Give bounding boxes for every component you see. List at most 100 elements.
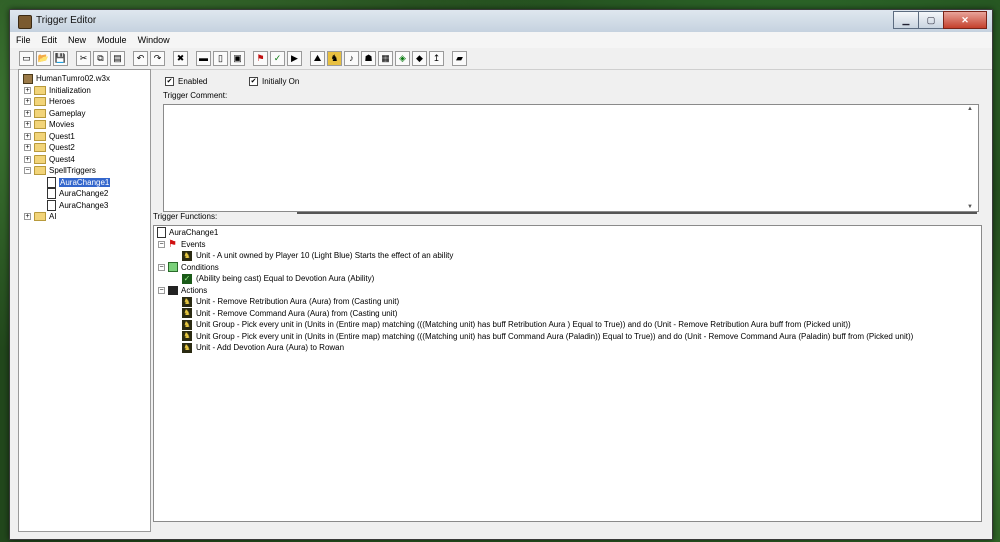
trigger-tree[interactable]: HumanTumro02.w3x + Initialization + Heroes + G… bbox=[18, 69, 151, 532]
condition-text: (Ability being cast) Equal to Devotion A… bbox=[196, 274, 375, 283]
tree-folder-quest2[interactable]: + Quest2 bbox=[24, 142, 75, 153]
expand-icon[interactable]: + bbox=[24, 144, 31, 151]
terrain-editor-icon: ⛰ bbox=[313, 53, 322, 63]
paste-button[interactable]: ▤ bbox=[110, 51, 125, 66]
tree-folder-initialization[interactable]: + Initialization bbox=[24, 85, 91, 96]
minimize-button[interactable]: ▁ bbox=[893, 11, 919, 29]
delete-icon: ✖ bbox=[176, 53, 185, 63]
tree-folder-spelltriggers[interactable]: − SpellTriggers bbox=[24, 165, 96, 176]
tree-folder-label: Quest4 bbox=[49, 154, 75, 164]
open-button[interactable]: 📂 bbox=[36, 51, 51, 66]
tree-folder-quest1[interactable]: + Quest1 bbox=[24, 131, 75, 142]
function-root[interactable]: AuraChange1 bbox=[157, 227, 218, 238]
event-item[interactable]: ♞ Unit - A unit owned by Player 10 (Light… bbox=[182, 250, 453, 261]
title-bar[interactable]: Trigger Editor ▁ ▢ ✕ bbox=[10, 10, 992, 33]
action-item[interactable]: ♞ Unit - Add Devotion Aura (Aura) to Rowa… bbox=[182, 342, 344, 353]
folder-icon bbox=[34, 120, 46, 129]
cut-button[interactable]: ✂ bbox=[76, 51, 91, 66]
collapse-icon[interactable]: − bbox=[158, 240, 165, 248]
new-event-button[interactable]: ⚑ bbox=[253, 51, 268, 66]
save-button[interactable]: 💾 bbox=[53, 51, 68, 66]
tree-root[interactable]: HumanTumro02.w3x bbox=[23, 73, 110, 84]
condition-item[interactable]: ✓ (Ability being cast) Equal to Devotion … bbox=[182, 273, 374, 284]
tree-folder-heroes[interactable]: + Heroes bbox=[24, 96, 75, 107]
menu-new[interactable]: New bbox=[68, 35, 86, 45]
menu-edit[interactable]: Edit bbox=[42, 35, 58, 45]
function-root-label: AuraChange1 bbox=[169, 228, 219, 237]
condition-label: Conditions bbox=[181, 262, 219, 272]
collapse-icon[interactable]: − bbox=[158, 286, 165, 294]
trigger-comment-textarea[interactable]: ▲ ▼ bbox=[163, 104, 979, 212]
action-group[interactable]: − Actions bbox=[158, 285, 207, 296]
cut-icon: ✂ bbox=[79, 53, 88, 63]
event-flag-icon: ⚑ bbox=[168, 238, 177, 250]
action-item[interactable]: ♞ Unit - Remove Retribution Aura (Aura) f… bbox=[182, 296, 399, 307]
test-map-button[interactable]: ▰ bbox=[452, 51, 467, 66]
initially-on-checkbox[interactable]: ✔ bbox=[249, 77, 258, 86]
import-manager-icon: ↥ bbox=[432, 53, 441, 63]
actions-icon bbox=[168, 285, 178, 295]
import-manager-button[interactable]: ↥ bbox=[429, 51, 444, 66]
expand-icon[interactable]: + bbox=[24, 121, 31, 128]
new-condition-button[interactable]: ✓ bbox=[270, 51, 285, 66]
tree-folder-ai[interactable]: + AI bbox=[24, 211, 57, 222]
action-text: Unit Group - Pick every unit in (Units i… bbox=[196, 331, 914, 341]
trigger-functions-tree[interactable]: AuraChange1− ⚑ Events ♞ Unit - A unit owned … bbox=[153, 225, 982, 522]
object-manager-button[interactable]: ◆ bbox=[412, 51, 427, 66]
expand-icon[interactable]: + bbox=[24, 155, 31, 163]
new-condition-icon: ✓ bbox=[273, 53, 282, 63]
trigger-icon bbox=[157, 227, 166, 238]
undo-button[interactable]: ↶ bbox=[133, 51, 148, 66]
expand-icon[interactable]: + bbox=[24, 98, 31, 105]
new-trigger-button[interactable]: ▯ bbox=[213, 51, 228, 66]
enabled-checkbox[interactable]: ✔ bbox=[165, 77, 174, 86]
event-label: Events bbox=[181, 239, 206, 249]
redo-button[interactable]: ↷ bbox=[150, 51, 165, 66]
new-event-icon: ⚑ bbox=[256, 53, 265, 63]
campaign-editor-button[interactable]: ▦ bbox=[378, 51, 393, 66]
conditions-icon bbox=[168, 262, 178, 272]
expand-icon[interactable]: + bbox=[24, 86, 31, 94]
new-action-button[interactable]: ▶ bbox=[287, 51, 302, 66]
expand-icon[interactable]: + bbox=[24, 109, 31, 117]
map-icon bbox=[23, 73, 33, 84]
tree-trigger-aurachange1[interactable]: AuraChange1 bbox=[47, 176, 111, 188]
event-group[interactable]: − ⚑ Events bbox=[158, 239, 205, 250]
new-button[interactable]: ▭ bbox=[19, 51, 34, 66]
tree-trigger-aurachange3[interactable]: AuraChange3 bbox=[47, 199, 108, 211]
copy-button[interactable]: ⧉ bbox=[93, 51, 108, 66]
tree-folder-movies[interactable]: + Movies bbox=[24, 119, 74, 130]
pane-splitter[interactable] bbox=[297, 212, 977, 214]
trigger-properties: ✔ Enabled ✔ Initially On Trigger Comment… bbox=[154, 69, 984, 212]
collapse-icon[interactable]: − bbox=[24, 167, 31, 174]
sound-editor-button[interactable]: ♪ bbox=[344, 51, 359, 66]
condition-group[interactable]: − Conditions bbox=[158, 262, 219, 273]
action-item[interactable]: ♞ Unit - Remove Command Aura (Aura) from … bbox=[182, 308, 397, 319]
tree-trigger-aurachange2[interactable]: AuraChange2 bbox=[47, 188, 108, 199]
new-comment-button[interactable]: ▣ bbox=[230, 51, 245, 66]
unit-editor-button[interactable]: ♞ bbox=[327, 51, 342, 66]
collapse-icon[interactable]: − bbox=[158, 263, 165, 271]
expand-icon[interactable]: + bbox=[24, 213, 31, 220]
delete-button[interactable]: ✖ bbox=[173, 51, 188, 66]
close-button[interactable]: ✕ bbox=[943, 11, 987, 29]
action-item[interactable]: ♞ Unit Group - Pick every unit in (Units … bbox=[182, 319, 851, 330]
folder-icon bbox=[34, 143, 46, 152]
ai-editor-button[interactable]: ◈ bbox=[395, 51, 410, 66]
folder-icon bbox=[34, 108, 46, 118]
terrain-editor-button[interactable]: ⛰ bbox=[310, 51, 325, 66]
tree-folder-quest4[interactable]: + Quest4 bbox=[24, 154, 75, 165]
object-editor-button[interactable]: ☗ bbox=[361, 51, 376, 66]
tree-folder-gameplay[interactable]: + Gameplay bbox=[24, 108, 85, 119]
comment-scrollbar[interactable]: ▲ ▼ bbox=[967, 105, 977, 211]
menu-file[interactable]: File bbox=[16, 35, 31, 45]
menu-window[interactable]: Window bbox=[138, 35, 170, 45]
maximize-button[interactable]: ▢ bbox=[918, 11, 944, 29]
action-item[interactable]: ♞ Unit Group - Pick every unit in (Units … bbox=[182, 331, 913, 342]
new-category-button[interactable]: ▬ bbox=[196, 51, 211, 66]
action-text: Unit - Remove Command Aura (Aura) from (… bbox=[196, 308, 398, 318]
undo-icon: ↶ bbox=[136, 53, 145, 63]
tree-trigger-label: AuraChange2 bbox=[59, 189, 109, 198]
menu-module[interactable]: Module bbox=[97, 35, 127, 45]
expand-icon[interactable]: + bbox=[24, 132, 31, 140]
